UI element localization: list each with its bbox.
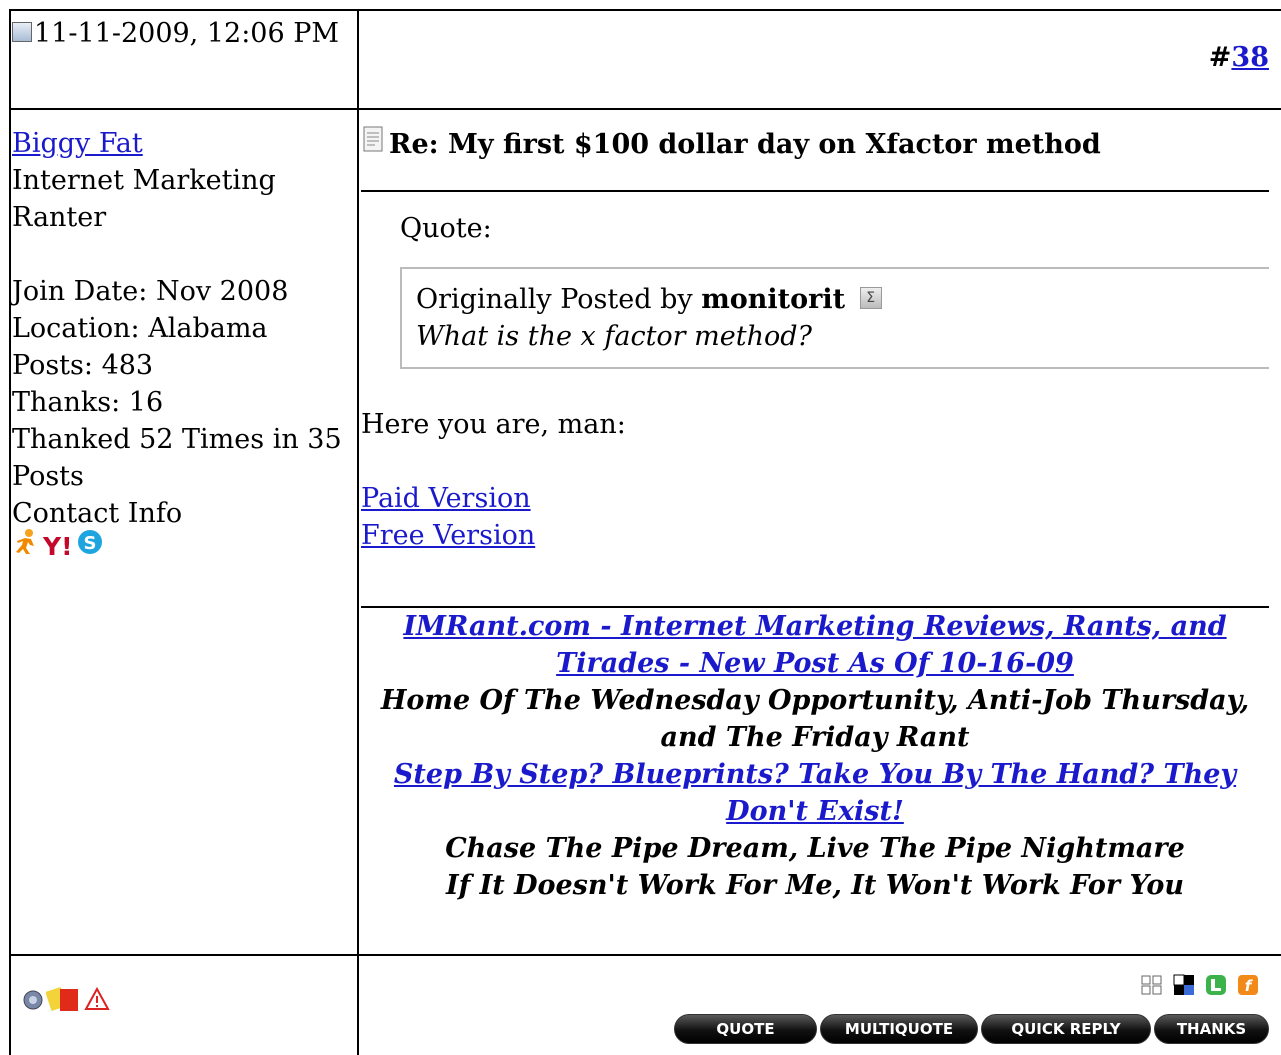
title-divider — [361, 190, 1269, 192]
user-title: Internet Marketing Ranter — [12, 165, 276, 233]
signature-line: Home Of The Wednesday Opportunity, Anti-… — [380, 685, 1250, 753]
delicious-icon[interactable] — [1173, 972, 1195, 1003]
facebook-icon[interactable]: f — [1237, 972, 1259, 1003]
username-link[interactable]: Biggy Fat — [12, 128, 143, 159]
free-version-link[interactable]: Free Version — [361, 520, 535, 551]
post-date: 11-11-2009, 12:06 PM — [34, 18, 340, 49]
signature-line: Chase The Pipe Dream, Live The Pipe Nigh… — [445, 833, 1185, 864]
join-date: Join Date: Nov 2008 — [12, 276, 289, 307]
post-count: Posts: 483 — [12, 350, 154, 381]
view-post-icon[interactable]: Σ — [859, 286, 882, 309]
post-message: Re: My first $100 dollar day on Xfactor … — [361, 125, 1269, 904]
user-info: Biggy Fat Internet Marketing Ranter Join… — [12, 125, 342, 562]
quick-reply-button[interactable]: QUICK REPLY — [981, 1014, 1151, 1044]
share-icons: f — [1141, 972, 1259, 1003]
post-status-icon — [12, 21, 32, 42]
user-offline-icon — [22, 987, 44, 1018]
contact-icons: Y! S — [12, 529, 342, 562]
post-number: #38 — [1208, 42, 1269, 73]
row-divider — [9, 108, 1281, 110]
row-divider — [9, 954, 1281, 956]
technorati-icon[interactable] — [1205, 972, 1227, 1003]
quote-prefix: Originally Posted by — [416, 284, 693, 315]
quote-text: What is the x factor method? — [416, 321, 812, 352]
location: Location: Alabama — [12, 313, 268, 344]
contact-info: Contact Info — [12, 498, 183, 529]
column-divider — [357, 9, 359, 1055]
quote-label: Quote: — [400, 213, 492, 244]
post-number-link[interactable]: 38 — [1231, 42, 1269, 73]
paid-version-link[interactable]: Paid Version — [361, 483, 531, 514]
svg-text:S: S — [83, 533, 96, 554]
post-status-icons — [22, 985, 110, 1020]
skype-icon[interactable]: S — [76, 528, 104, 566]
yahoo-icon[interactable]: Y! — [43, 533, 73, 561]
post-icon — [361, 125, 387, 163]
signature-line: If It Doesn't Work For Me, It Won't Work… — [445, 870, 1185, 901]
thanks-count: Thanks: 16 — [12, 387, 164, 418]
quote-author: monitorit — [701, 284, 846, 315]
infraction-card-icon[interactable] — [45, 985, 82, 1020]
signature: IMRant.com - Internet Marketing Reviews,… — [361, 608, 1269, 904]
thanked-count: Thanked 52 Times in 35 Posts — [12, 424, 342, 492]
signature-link-blueprints[interactable]: Step By Step? Blueprints? Take You By Th… — [394, 759, 1236, 827]
quote-box: Originally Posted by monitorit Σ What is… — [400, 267, 1269, 369]
aim-icon[interactable] — [12, 528, 40, 566]
thanks-button[interactable]: THANKS — [1154, 1014, 1269, 1044]
signature-link-imrant[interactable]: IMRant.com - Internet Marketing Reviews,… — [403, 611, 1226, 679]
multiquote-button[interactable]: MULTIQUOTE — [820, 1014, 978, 1044]
post-date-cell: 11-11-2009, 12:06 PM — [12, 15, 342, 52]
digg-icon[interactable] — [1141, 972, 1163, 1003]
message-body: Here you are, man: — [361, 409, 626, 440]
quote-button[interactable]: QUOTE — [674, 1014, 817, 1044]
report-post-icon[interactable] — [84, 986, 110, 1019]
post-title: Re: My first $100 dollar day on Xfactor … — [361, 125, 1269, 163]
post-action-buttons: QUOTE MULTIQUOTE QUICK REPLY THANKS — [674, 1014, 1269, 1044]
